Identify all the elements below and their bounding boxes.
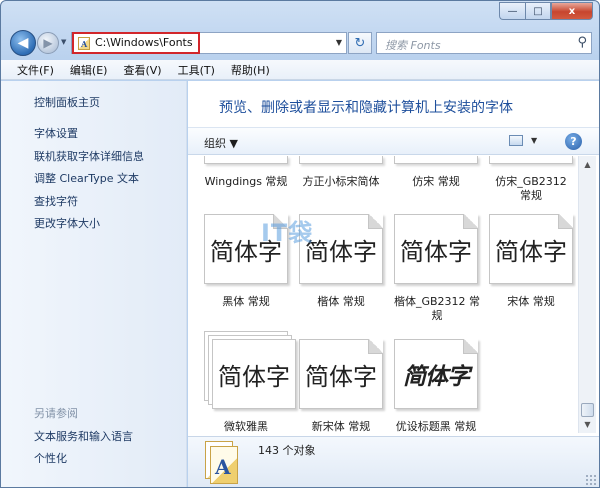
font-label-songti[interactable]: 宋体 常规 — [483, 295, 576, 309]
forward-button[interactable]: ▶ — [37, 32, 59, 54]
change-font-size-link[interactable]: 更改字体大小 — [34, 215, 100, 231]
close-button[interactable]: x — [551, 2, 593, 20]
font-label-youshe[interactable]: 优设标题黑 常规 — [386, 420, 486, 433]
font-label-kaiti[interactable]: 楷体 常规 — [293, 295, 389, 309]
menu-view[interactable]: 查看(V) — [123, 62, 161, 78]
font-tile-fangsong[interactable] — [394, 156, 478, 164]
menu-bar: 文件(F) 编辑(E) 查看(V) 工具(T) 帮助(H) — [1, 60, 599, 80]
search-icon[interactable]: ⚲ — [577, 35, 587, 50]
details-pane: A 143 个对象 — [188, 436, 599, 487]
help-icon[interactable]: ? — [565, 133, 582, 150]
get-font-info-online-link[interactable]: 联机获取字体详细信息 — [34, 148, 144, 164]
adjust-cleartype-link[interactable]: 调整 ClearType 文本 — [34, 170, 139, 186]
watermark-logo: IT袋 — [261, 219, 314, 247]
font-label-fangsong[interactable]: 仿宋 常规 — [388, 175, 484, 189]
menu-file[interactable]: 文件(F) — [17, 62, 54, 78]
recent-pages-dropdown-icon[interactable]: ▼ — [61, 38, 66, 46]
minimize-button[interactable]: — — [499, 2, 525, 20]
font-label-yahei[interactable]: 微软雅黑 — [198, 420, 294, 433]
scroll-thumb[interactable] — [581, 403, 594, 417]
maximize-button[interactable]: □ — [525, 2, 551, 20]
text-services-link[interactable]: 文本服务和输入语言 — [34, 428, 133, 444]
page-title: 预览、删除或者显示和隐藏计算机上安装的字体 — [219, 100, 513, 116]
font-tile-wingdings[interactable] — [204, 156, 288, 164]
see-also-heading: 另请参阅 — [34, 407, 78, 420]
task-pane: 控制面板主页 字体设置 联机获取字体详细信息 调整 ClearType 文本 查… — [1, 81, 187, 487]
font-tile-yahei[interactable]: 简体字 — [212, 339, 296, 409]
refresh-button[interactable]: ↻ — [348, 32, 372, 54]
item-count: 143 个对象 — [258, 444, 316, 457]
font-tile-songti[interactable]: 简体字 — [489, 214, 573, 284]
font-label-wingdings[interactable]: Wingdings 常规 — [198, 175, 294, 189]
explorer-window: — □ x ◀ ▶ ▼ A C:\Windows\Fonts ▼ ↻ 搜索 Fo… — [0, 0, 600, 488]
back-button[interactable]: ◀ — [10, 30, 36, 56]
control-panel-home-link[interactable]: 控制面板主页 — [34, 94, 100, 110]
personalization-link[interactable]: 个性化 — [34, 450, 67, 466]
font-label-fzxbs[interactable]: 方正小标宋简体 — [293, 175, 389, 189]
organize-button[interactable]: 组织 ▼ — [204, 135, 238, 151]
address-bar[interactable]: A C:\Windows\Fonts ▼ — [71, 32, 347, 54]
navigation-bar: ◀ ▶ ▼ A C:\Windows\Fonts ▼ ↻ 搜索 Fonts ⚲ — [1, 29, 599, 57]
font-tile-youshe[interactable]: 简体字 — [394, 339, 478, 409]
search-box[interactable]: 搜索 Fonts ⚲ — [376, 32, 592, 54]
view-dropdown-icon[interactable]: ▼ — [531, 136, 537, 145]
menu-edit[interactable]: 编辑(E) — [70, 62, 108, 78]
vertical-scrollbar[interactable]: ▲ ▼ — [578, 156, 596, 433]
scroll-down-icon[interactable]: ▼ — [579, 416, 596, 433]
search-input[interactable]: 搜索 Fonts — [385, 37, 441, 53]
change-view-icon[interactable] — [509, 135, 523, 146]
scroll-up-icon[interactable]: ▲ — [579, 156, 596, 173]
font-list: Wingdings 常规 方正小标宋简体 仿宋 常规 仿宋_GB2312 常规 … — [188, 156, 576, 433]
menu-tools[interactable]: 工具(T) — [178, 62, 215, 78]
caption-buttons: — □ x — [499, 2, 593, 20]
font-tile-kaiti-gb[interactable]: 简体字 — [394, 214, 478, 284]
resize-grip-icon[interactable] — [585, 474, 597, 486]
command-bar: 组织 ▼ ▼ ? — [188, 127, 599, 155]
find-character-link[interactable]: 查找字符 — [34, 193, 78, 209]
font-tile-nsimsun[interactable]: 简体字 — [299, 339, 383, 409]
font-tile-fzxbs[interactable] — [299, 156, 383, 164]
font-label-nsimsun[interactable]: 新宋体 常规 — [293, 420, 389, 433]
address-highlight-box — [72, 32, 200, 54]
font-label-kaiti-gb[interactable]: 楷体_GB2312 常规 — [392, 295, 482, 323]
font-file-icon-letter: A — [215, 455, 231, 479]
menu-help[interactable]: 帮助(H) — [231, 62, 270, 78]
font-tile-fangsong-gb[interactable] — [489, 156, 573, 164]
font-label-heiti[interactable]: 黑体 常规 — [198, 295, 294, 309]
font-settings-link[interactable]: 字体设置 — [34, 125, 78, 141]
content-area: 预览、删除或者显示和隐藏计算机上安装的字体 组织 ▼ ▼ ? Wingdings… — [188, 81, 599, 487]
font-file-icon: A — [205, 441, 239, 485]
font-label-fangsong-gb[interactable]: 仿宋_GB2312 常规 — [488, 175, 574, 203]
address-dropdown-icon[interactable]: ▼ — [336, 38, 342, 47]
